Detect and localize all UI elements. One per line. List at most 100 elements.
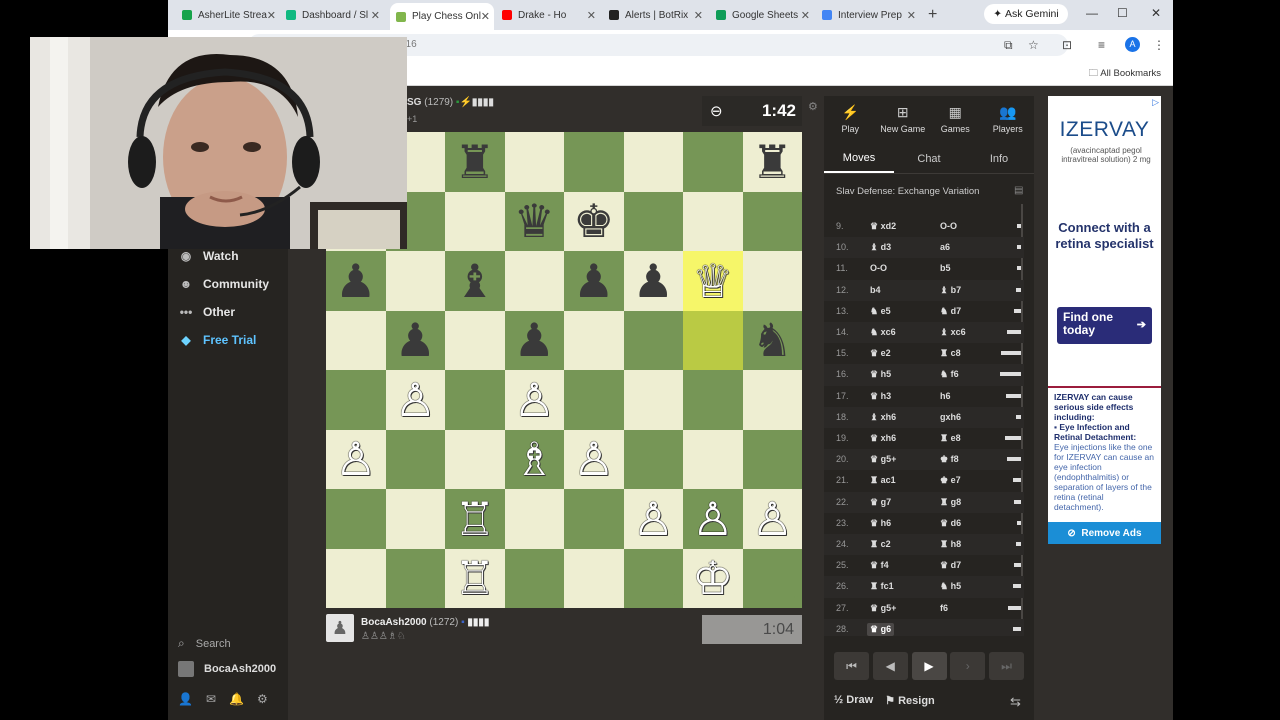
tab-play[interactable]: ⚡ Play [824, 96, 877, 141]
all-bookmarks-button[interactable]: 🗀 All Bookmarks [1089, 66, 1161, 82]
white-pawn-icon[interactable]: ♙ [505, 370, 565, 430]
black-queen-icon[interactable]: ♛ [505, 192, 565, 252]
white-rook-icon[interactable]: ♖ [445, 489, 505, 549]
square-g5[interactable] [683, 310, 743, 370]
sidebar-user[interactable]: BocaAsh2000 [178, 661, 276, 677]
profile-avatar[interactable]: A [1125, 37, 1140, 52]
opening-name[interactable]: Slav Defense: Exchange Variation [836, 186, 979, 197]
black-move[interactable]: h6 [940, 391, 951, 401]
black-move[interactable]: ♞ h5 [940, 581, 961, 592]
first-move-button[interactable]: ⏮ [834, 652, 869, 680]
white-pawn-icon[interactable]: ♙ [743, 489, 803, 549]
white-move[interactable]: ♝ d3 [870, 242, 891, 253]
black-move[interactable]: ♜ c8 [940, 348, 961, 359]
settings-icon[interactable]: ⚙ [257, 692, 268, 706]
browser-tab[interactable]: Interview Prep ✕ [816, 4, 920, 26]
sidebar-item-community[interactable]: ☻ Community [178, 274, 269, 294]
prev-move-button[interactable]: ◀ [872, 652, 908, 680]
book-icon[interactable]: ▤ [1014, 185, 1023, 196]
install-icon[interactable]: ⧉ [1004, 38, 1013, 53]
sidebar-search[interactable]: ⌕ Search [178, 636, 231, 651]
black-move[interactable]: ♜ g8 [940, 497, 961, 508]
white-move[interactable]: b4 [870, 285, 881, 295]
ad-cta-button[interactable]: Find one today ➔ [1057, 307, 1152, 344]
square-d2[interactable] [504, 489, 564, 549]
tab-close-icon[interactable]: ✕ [267, 9, 276, 22]
white-move[interactable]: ♞ xc6 [870, 327, 896, 338]
white-bishop-icon[interactable]: ♗ [505, 430, 565, 490]
black-move[interactable]: ♚ f8 [940, 454, 959, 465]
black-move[interactable]: ♜ h8 [940, 539, 961, 550]
mail-icon[interactable]: ✉ [206, 692, 216, 706]
black-move[interactable]: ♝ xc6 [940, 327, 966, 338]
black-move[interactable]: a6 [940, 242, 950, 252]
white-move[interactable]: ♛ g5+ [870, 454, 896, 465]
flip-board-icon[interactable]: ⇆ [1010, 694, 1021, 710]
square-c7[interactable] [445, 191, 505, 251]
browser-tab[interactable]: Alerts | BotRix ✕ [603, 4, 707, 26]
white-move[interactable]: ♛ g6 [867, 622, 895, 636]
square-c3[interactable] [445, 429, 505, 489]
advertisement[interactable]: ▷ IZERVAY (avacincaptad pegol intravitre… [1048, 96, 1161, 542]
square-f4[interactable] [623, 370, 683, 430]
black-move[interactable]: f6 [940, 603, 948, 613]
white-move[interactable]: ♛ h6 [870, 518, 891, 529]
browser-tab[interactable]: Dashboard / Sl ✕ [280, 4, 384, 26]
black-pawn-icon[interactable]: ♟ [564, 251, 624, 311]
white-pawn-icon[interactable]: ♙ [683, 489, 743, 549]
menu-icon[interactable]: ⋮ [1153, 38, 1165, 52]
tab-chat[interactable]: Chat [894, 144, 964, 173]
tab-close-icon[interactable]: ✕ [907, 9, 916, 22]
square-h6[interactable] [742, 251, 802, 311]
browser-tab[interactable]: AsherLite Strea ✕ [176, 4, 280, 26]
black-move[interactable]: ♜ e8 [940, 433, 961, 444]
draw-button[interactable]: ½ Draw [834, 694, 873, 707]
tab-close-icon[interactable]: ✕ [694, 9, 703, 22]
ask-gemini-button[interactable]: ✦ Ask Gemini [984, 4, 1068, 24]
white-move[interactable]: ♛ g5+ [870, 603, 896, 614]
close-window-icon[interactable]: ✕ [1151, 6, 1161, 20]
black-rook-icon[interactable]: ♜ [445, 132, 505, 192]
white-move[interactable]: ♞ e5 [870, 306, 891, 317]
black-move[interactable]: b5 [940, 263, 951, 273]
player-name[interactable]: BocaAsh2000 (1272) ▪ ▮▮▮▮ [361, 617, 489, 628]
square-e2[interactable] [564, 489, 624, 549]
black-pawn-icon[interactable]: ♟ [624, 251, 684, 311]
lens-icon[interactable]: ⊡ [1062, 38, 1072, 52]
white-move[interactable]: ♜ fc1 [870, 581, 894, 592]
black-pawn-icon[interactable]: ♟ [386, 311, 446, 371]
black-king-icon[interactable]: ♚ [564, 192, 624, 252]
square-h4[interactable] [742, 370, 802, 430]
resign-button[interactable]: ⚑ Resign [885, 694, 935, 707]
square-f8[interactable] [623, 132, 683, 192]
bookmark-star-icon[interactable]: ☆ [1028, 38, 1039, 52]
square-c5[interactable] [445, 310, 505, 370]
new-tab-button[interactable]: + [928, 6, 937, 24]
white-move[interactable]: ♛ h5 [870, 369, 891, 380]
square-h3[interactable] [742, 429, 802, 489]
player-avatar[interactable]: ♟ [326, 614, 354, 642]
browser-tab[interactable]: Google Sheets ✕ [710, 4, 814, 26]
tab-close-icon[interactable]: ✕ [371, 9, 380, 22]
white-move[interactable]: ♛ h3 [870, 391, 891, 402]
board-settings-icon[interactable]: ⚙ [808, 100, 818, 113]
remove-ads-button[interactable]: ⊘ Remove Ads [1048, 522, 1161, 544]
square-e8[interactable] [564, 132, 624, 192]
black-move[interactable]: ♞ d7 [940, 306, 961, 317]
sidebar-item-other[interactable]: ••• Other [178, 302, 235, 322]
black-bishop-icon[interactable]: ♝ [445, 251, 505, 311]
white-move[interactable]: ♛ f4 [870, 560, 889, 571]
square-h7[interactable] [742, 191, 802, 251]
media-icon[interactable]: ≡ [1098, 38, 1105, 52]
friends-icon[interactable]: 👤 [178, 692, 193, 706]
black-move[interactable]: ♛ d7 [940, 560, 961, 571]
black-rook-icon[interactable]: ♜ [743, 132, 803, 192]
maximize-icon[interactable]: ☐ [1117, 6, 1128, 20]
white-move[interactable]: ♜ ac1 [870, 475, 896, 486]
black-move[interactable]: ♛ d6 [940, 518, 961, 529]
square-g3[interactable] [683, 429, 743, 489]
white-move[interactable]: ♝ xh6 [870, 412, 896, 423]
square-b6[interactable] [385, 251, 445, 311]
browser-tab[interactable]: Drake - Ho ✕ [496, 4, 600, 26]
white-move[interactable]: O-O [870, 263, 887, 273]
